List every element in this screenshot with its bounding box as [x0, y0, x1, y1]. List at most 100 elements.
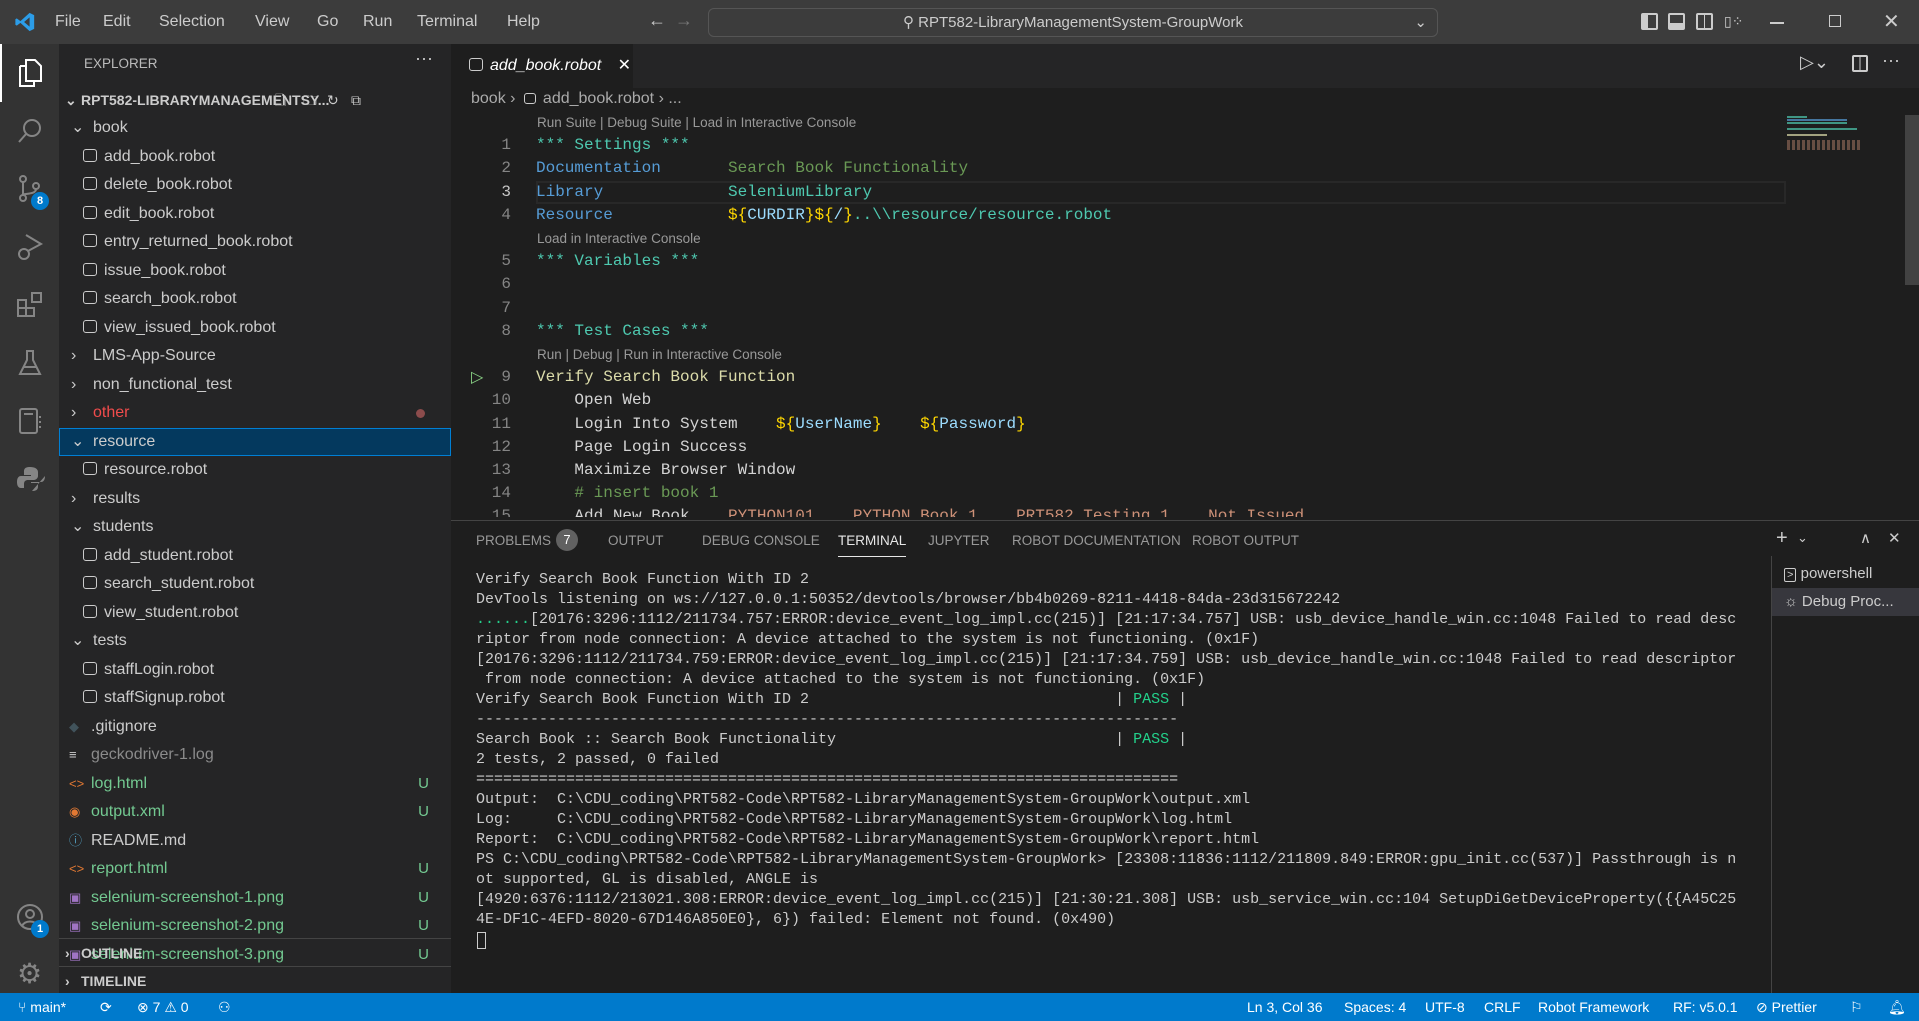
menu-selection[interactable]: Selection — [159, 0, 225, 44]
encoding[interactable]: UTF-8 — [1425, 993, 1465, 1021]
tab-jupyter[interactable]: JUPYTER — [928, 530, 990, 552]
run-debug-icon[interactable] — [0, 218, 59, 276]
back-arrow-icon[interactable]: ← — [648, 10, 666, 31]
workspace-root[interactable]: ⌄ RPT582-LIBRARYMANAGEMENTSY... 🗋 🗀 ↻ ⧉ — [59, 86, 451, 114]
menu-edit[interactable]: Edit — [103, 0, 131, 44]
toggle-secondary-sidebar-icon[interactable] — [1696, 13, 1713, 30]
file-item[interactable]: resource.robot — [59, 456, 451, 484]
file-item[interactable]: ⓘ README.md — [59, 827, 451, 855]
source-control-icon[interactable]: 8 — [0, 160, 59, 218]
file-item[interactable]: view_issued_book.robot — [59, 314, 451, 342]
close-tab-icon[interactable]: ✕ — [618, 57, 631, 74]
customize-layout-icon[interactable]: ▯⁘ — [1724, 13, 1743, 30]
testing-icon[interactable] — [0, 334, 59, 392]
tab-problems[interactable]: PROBLEMS — [476, 530, 551, 552]
menu-run[interactable]: Run — [363, 0, 392, 44]
close-window-icon[interactable]: ✕ — [1883, 9, 1900, 34]
toggle-panel-icon[interactable] — [1668, 13, 1685, 30]
close-panel-icon[interactable]: ✕ — [1888, 529, 1901, 547]
file-item[interactable]: view_student.robot — [59, 599, 451, 627]
menu-view[interactable]: View — [255, 0, 289, 44]
file-item[interactable]: ▣ selenium-screenshot-1.png U — [59, 884, 451, 912]
refresh-icon[interactable]: ↻ — [327, 86, 339, 114]
file-item[interactable]: issue_book.robot — [59, 257, 451, 285]
codelens[interactable]: Run Suite | Debug Suite | Load in Intera… — [537, 111, 856, 134]
outline-section[interactable]: › OUTLINE — [59, 939, 451, 967]
file-item[interactable]: ≡ geckodriver-1.log — [59, 741, 451, 769]
restore-icon[interactable] — [1829, 15, 1841, 27]
tab-terminal[interactable]: TERMINAL — [838, 530, 907, 557]
menu-help[interactable]: Help — [507, 0, 540, 44]
extensions-icon[interactable] — [0, 276, 59, 334]
notebook-icon[interactable] — [0, 392, 59, 450]
file-item[interactable]: ◆ .gitignore — [59, 713, 451, 741]
breadcrumb-file[interactable]: add_book.robot — [543, 90, 654, 107]
tab-robot-output[interactable]: ROBOT OUTPUT — [1192, 530, 1299, 552]
code-editor[interactable]: Run Suite | Debug Suite | Load in Intera… — [451, 111, 1787, 517]
folder-item[interactable]: › other — [59, 399, 451, 427]
branch-indicator[interactable]: ⑂ main* — [18, 993, 66, 1021]
line-ending[interactable]: CRLF — [1484, 993, 1521, 1021]
folder-item[interactable]: ⌄ resource — [59, 427, 451, 456]
menu-file[interactable]: File — [55, 0, 81, 44]
python-icon[interactable] — [0, 450, 59, 508]
toggle-sidebar-icon[interactable] — [1641, 13, 1658, 30]
file-item[interactable]: staffLogin.robot — [59, 656, 451, 684]
editor-more-icon[interactable]: ··· — [1882, 50, 1900, 71]
maximize-panel-icon[interactable]: ∧ — [1860, 529, 1871, 547]
file-item[interactable]: <> report.html U — [59, 855, 451, 883]
folder-item[interactable]: › results — [59, 485, 451, 513]
prettier-status[interactable]: ⊘ Prettier — [1756, 993, 1817, 1021]
command-center-search[interactable]: ⚲ RPT582-LibraryManagementSystem-GroupWo… — [708, 8, 1438, 37]
folder-item[interactable]: › LMS-App-Source — [59, 342, 451, 370]
indentation[interactable]: Spaces: 4 — [1344, 993, 1406, 1021]
codelens[interactable]: Load in Interactive Console — [537, 227, 701, 250]
sync-icon[interactable]: ⟳ — [100, 993, 112, 1021]
feedback-icon[interactable]: ⚐ — [1850, 993, 1863, 1021]
chevron-down-icon[interactable]: ⌄ — [1414, 9, 1427, 36]
run-debug-dropdown-icon[interactable]: ▷⌄ — [1800, 52, 1829, 73]
file-item[interactable]: add_student.robot — [59, 542, 451, 570]
folder-item[interactable]: ⌄ students — [59, 513, 451, 541]
explorer-icon[interactable] — [0, 44, 59, 102]
file-item[interactable]: ◉ output.xml U — [59, 798, 451, 826]
new-folder-icon[interactable]: 🗀 — [303, 86, 317, 114]
tab-add-book-robot[interactable]: add_book.robot ✕ — [451, 44, 633, 88]
folder-item[interactable]: › non_functional_test — [59, 371, 451, 399]
file-item[interactable]: entry_returned_book.robot — [59, 228, 451, 256]
tab-robot-documentation[interactable]: ROBOT DOCUMENTATION — [1012, 530, 1181, 552]
file-item[interactable]: add_book.robot — [59, 143, 451, 171]
problems-indicator[interactable]: ⊗ 7 ⚠ 0 — [137, 993, 189, 1021]
menu-terminal[interactable]: Terminal — [417, 0, 477, 44]
folder-item[interactable]: ⌄ book — [59, 114, 451, 142]
terminal-instance-powershell[interactable]: > powershell — [1772, 560, 1919, 588]
tab-output[interactable]: OUTPUT — [608, 530, 664, 552]
split-editor-icon[interactable] — [1852, 55, 1868, 72]
menu-go[interactable]: Go — [317, 0, 338, 44]
codelens[interactable]: Run | Debug | Run in Interactive Console — [537, 343, 782, 366]
terminal-dropdown-icon[interactable]: ⌄ — [1797, 530, 1808, 546]
debug-launch-icon[interactable]: ⚇ — [218, 993, 231, 1021]
breadcrumb-folder[interactable]: book — [471, 90, 506, 107]
notifications-bell-icon[interactable]: 🔔︎ — [1888, 993, 1906, 1021]
new-file-icon[interactable]: 🗋 — [275, 86, 286, 114]
file-item[interactable]: delete_book.robot — [59, 171, 451, 199]
new-terminal-icon[interactable]: + — [1776, 527, 1788, 550]
file-item[interactable]: search_book.robot — [59, 285, 451, 313]
language-mode[interactable]: Robot Framework — [1538, 993, 1649, 1021]
minimize-icon[interactable] — [1770, 22, 1784, 24]
terminal-output[interactable]: Verify Search Book Function With ID 2 Dev… — [451, 566, 1771, 991]
file-item[interactable]: search_student.robot — [59, 570, 451, 598]
run-test-icon[interactable]: ▷ — [471, 366, 483, 389]
file-item[interactable]: edit_book.robot — [59, 200, 451, 228]
cursor-position[interactable]: Ln 3, Col 36 — [1247, 993, 1323, 1021]
terminal-instance-debug[interactable]: ☼ Debug Proc... — [1772, 588, 1919, 616]
file-item[interactable]: ▣ selenium-screenshot-2.png U — [59, 912, 451, 940]
collapse-all-icon[interactable]: ⧉ — [351, 86, 361, 114]
tab-debug-console[interactable]: DEBUG CONSOLE — [702, 530, 820, 552]
more-actions-icon[interactable]: ··· — [415, 48, 433, 69]
file-item[interactable]: <> log.html U — [59, 770, 451, 798]
folder-item[interactable]: ⌄ tests — [59, 627, 451, 655]
rf-version[interactable]: RF: v5.0.1 — [1673, 993, 1738, 1021]
file-item[interactable]: staffSignup.robot — [59, 684, 451, 712]
